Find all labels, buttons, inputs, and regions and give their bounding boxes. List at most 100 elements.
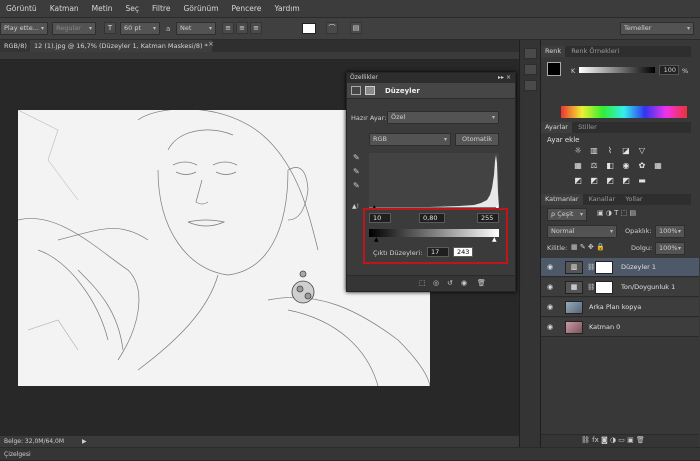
brightness-icon[interactable]: ☼ [573,146,583,155]
gray-eyedropper-icon[interactable]: ✎ [353,167,360,176]
menu-type[interactable]: Metin [92,4,113,13]
layer-row-background-copy[interactable]: ◉ Arka Plan kopya [541,298,699,317]
menu-select[interactable]: Seç [126,4,140,13]
selective-color-icon[interactable]: ◩ [621,176,631,185]
text-color-swatch[interactable] [302,23,316,34]
layer-filter-select[interactable]: ρ Çeşit [547,208,587,221]
foreground-color[interactable] [547,62,561,76]
auto-button[interactable]: Otomatik [455,133,499,146]
menu-view[interactable]: Görünüm [183,4,218,13]
status-arrow-icon[interactable]: ▶ [82,436,87,447]
fill-label: Dolgu: [631,244,653,252]
tab-styles[interactable]: Stiller [574,123,601,131]
menu-layer[interactable]: Katman [50,4,79,13]
layer-name: Düzeyler 1 [621,263,657,271]
menu-filter[interactable]: Filtre [152,4,170,13]
tab-previous-document[interactable]: RGB/8) [0,40,31,52]
mask-icon[interactable] [365,86,375,95]
vibrance-icon[interactable]: ▽ [637,146,647,155]
color-spectrum[interactable] [561,106,687,118]
black-white-icon[interactable]: ◧ [605,161,615,170]
layer-name: Arka Plan kopya [589,303,642,311]
posterize-icon[interactable]: ◩ [589,176,599,185]
view-previous-icon[interactable]: ◎ [433,279,439,287]
layer-thumbnail [565,301,583,314]
layer-row-layer0[interactable]: ◉ Katman 0 [541,318,699,337]
workspace-select[interactable]: Temeller [620,22,694,35]
font-style-select[interactable]: Regular [52,22,96,35]
font-family-select[interactable]: Play ette... [0,22,48,35]
eye-icon[interactable]: ◉ [547,278,553,297]
tab-swatches[interactable]: Renk Örnekleri [567,47,623,55]
tab-paths[interactable]: Yollar [621,195,646,203]
gradient-map-icon[interactable]: ▬ [637,176,647,185]
k-value-field[interactable]: 100 [659,65,679,75]
menu-help[interactable]: Yardım [274,4,299,13]
timeline-label[interactable]: Çizelgesi [4,451,31,458]
fill-field[interactable]: 100% [655,242,685,255]
k-slider[interactable] [579,67,655,73]
hue-saturation-icon[interactable]: ▦ [573,161,583,170]
blend-mode-select[interactable]: Normal [547,225,617,238]
ruler [0,52,540,60]
tab-layers[interactable]: Katmanlar [541,194,583,205]
visibility-icon[interactable]: ◉ [461,279,467,287]
photo-filter-icon[interactable]: ◉ [621,161,631,170]
levels-adj-icon[interactable]: ▥ [589,146,599,155]
layer-name: Katman 0 [589,323,621,331]
curves-icon[interactable]: ⌇ [605,146,615,155]
histogram-options-icon[interactable]: ▲! [352,203,359,210]
adjustment-name: Düzeyler [385,87,420,95]
close-tab-icon[interactable]: × [208,40,214,48]
menu-image[interactable]: Görüntü [6,4,37,13]
levels-icon [351,86,361,95]
layers-footer-icons[interactable]: ⛓ fx ◙ ◑ ▭ ▣ 🗑 [581,436,645,444]
preset-select[interactable]: Özel [387,111,499,124]
character-panel-icon[interactable]: ▤ [350,22,362,34]
history-icon[interactable] [524,48,537,59]
opacity-field[interactable]: 100% [655,225,685,238]
reset-icon[interactable]: ↺ [447,279,453,287]
white-eyedropper-icon[interactable]: ✎ [353,181,360,190]
delete-icon[interactable]: 🗑 [477,279,486,287]
align-right-icon[interactable]: ≡ [250,22,262,34]
color-lookup-icon[interactable]: ▦ [653,161,663,170]
highlight-box [363,208,508,264]
panel-collapse-icon[interactable]: ▸▸ × [498,73,511,83]
color-balance-icon[interactable]: ⚖ [589,161,599,170]
clip-to-layer-icon[interactable]: ⬚ [419,279,426,287]
invert-icon[interactable]: ◩ [573,176,583,185]
layer-name: Ton/Doygunluk 1 [621,283,676,291]
layer-row-levels[interactable]: ◉ ▥ ⛓ Düzeyler 1 [541,258,699,277]
tab-color[interactable]: Renk [541,46,566,57]
filter-icons[interactable]: ▣ ◑ T ⬚ ▤ [597,209,636,217]
tab-channels[interactable]: Kanallar [585,195,620,203]
font-size-select[interactable]: 60 pt [120,22,160,35]
warp-text-icon[interactable]: ⌒ [326,22,338,34]
exposure-icon[interactable]: ◪ [621,146,631,155]
align-center-icon[interactable]: ≡ [236,22,248,34]
black-eyedropper-icon[interactable]: ✎ [353,153,360,162]
channel-mixer-icon[interactable]: ✿ [637,161,647,170]
eye-icon[interactable]: ◉ [547,318,553,337]
antialias-select[interactable]: Net [176,22,216,35]
lock-icons[interactable]: ▦ ✎ ✥ 🔒 [571,243,605,251]
info-icon[interactable] [524,80,537,91]
actions-icon[interactable] [524,64,537,75]
threshold-icon[interactable]: ◩ [605,176,615,185]
mask-thumbnail[interactable] [595,281,613,294]
panel-icon-strip [519,40,540,447]
channel-select[interactable]: RGB [369,133,451,146]
mask-thumbnail[interactable] [595,261,613,274]
eye-icon[interactable]: ◉ [547,298,553,317]
layer-row-hue-saturation[interactable]: ◉ ▦ ⛓ Ton/Doygunluk 1 [541,278,699,297]
tab-adjustments[interactable]: Ayarlar [541,122,572,133]
add-adjustment-label: Ayar ekle [547,136,580,144]
eye-icon[interactable]: ◉ [547,258,553,277]
document-size: Belge: 32,0M/64,0M [4,438,64,445]
align-left-icon[interactable]: ≡ [222,22,234,34]
properties-titlebar[interactable]: Özellikler ▸▸ × [347,73,515,83]
menu-window[interactable]: Pencere [232,4,262,13]
preset-label: Hazır Ayar: [351,114,387,122]
tab-active-document[interactable]: 12 (1).jpg @ 16,7% (Düzeyler 1, Katman M… [30,40,212,52]
